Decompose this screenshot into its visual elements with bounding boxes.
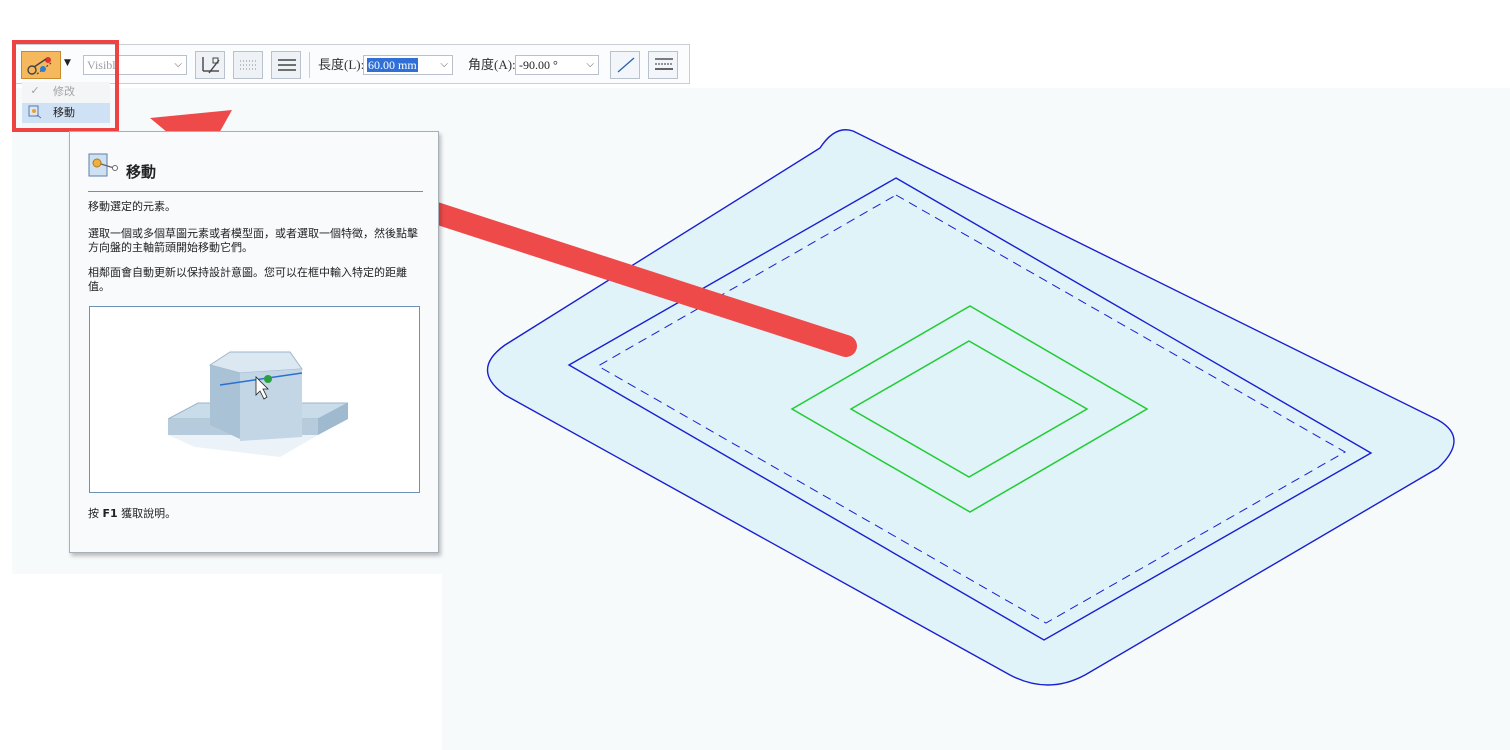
- length-label: 長度(L):: [318, 57, 365, 72]
- tooltip-description: 選取一個或多個草圖元素或者模型面，或者選取一個特徵，然後點擊方向盤的主軸箭頭開始…: [88, 227, 418, 254]
- chevron-down-icon: ⌵: [440, 59, 448, 70]
- tooltip-divider: [88, 191, 423, 192]
- length-value: 60.00 mm: [367, 58, 418, 72]
- length-input[interactable]: 60.00 mm ⌵: [363, 55, 453, 75]
- part-model-illustration: [167, 351, 349, 457]
- tooltip-title: 移動: [126, 163, 157, 181]
- tooltip-summary: 移動選定的元素。: [88, 200, 176, 213]
- angle-input[interactable]: -90.00 ° ⌵: [515, 55, 599, 75]
- footer-suffix: 獲取說明。: [121, 507, 177, 520]
- tooltip-illustration: [89, 306, 420, 493]
- line-format-icon: [655, 58, 673, 70]
- tooltip-note: 相鄰面會自動更新以保持設計意圖。您可以在框中輸入特定的距離值。: [88, 266, 407, 293]
- linetype-button[interactable]: [233, 51, 263, 79]
- snap-icon: [202, 57, 220, 74]
- command-tooltip: 移動 移動選定的元素。 選取一個或多個草圖元素或者模型面，或者選取一個特徵，然後…: [69, 131, 439, 553]
- dotted-lines-icon: [240, 60, 258, 70]
- lineweight-icon: [278, 59, 296, 71]
- construction-line-button[interactable]: [610, 51, 640, 79]
- snap-button[interactable]: [195, 51, 225, 79]
- tooltip-footer: 按 F1 獲取說明。: [88, 505, 176, 521]
- angle-value: -90.00 °: [519, 58, 558, 72]
- toolbar-separator: [309, 52, 310, 78]
- chevron-down-icon: ⌵: [174, 59, 182, 70]
- footer-prefix: 按: [88, 507, 99, 520]
- angle-label: 角度(A):: [468, 57, 516, 72]
- highlight-box: [12, 40, 119, 132]
- move-command-icon: [88, 153, 118, 177]
- lineweight-button[interactable]: [271, 51, 301, 79]
- line-format-button[interactable]: [648, 51, 678, 79]
- diagonal-line-icon: [617, 57, 635, 73]
- chevron-down-icon: ⌵: [586, 59, 594, 70]
- footer-key: F1: [102, 507, 118, 520]
